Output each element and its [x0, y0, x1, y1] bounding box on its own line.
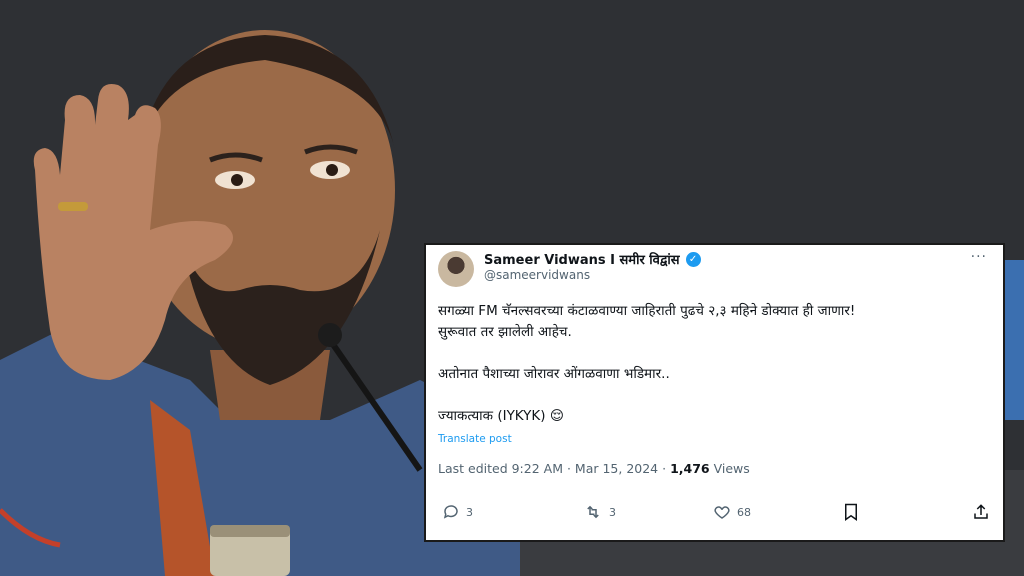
avatar[interactable]: [438, 251, 474, 287]
tweet-line: अतोनात पैशाच्या जोरावर ओंगळवाणा भडिमार..: [438, 366, 670, 382]
tweet-meta: Last edited 9:22 AM · Mar 15, 2024 · 1,4…: [438, 461, 750, 476]
tweet-line: सगळ्या FM चॅनल्सवरच्या कंटाळवाण्या जाहिर…: [438, 303, 856, 319]
views-label: Views: [709, 461, 750, 476]
verified-badge-icon: ✓: [685, 251, 701, 267]
timestamp[interactable]: Last edited 9:22 AM · Mar 15, 2024 ·: [438, 461, 670, 476]
like-count: 68: [737, 505, 751, 519]
repost-count: 3: [609, 505, 616, 519]
share-icon: [974, 504, 988, 519]
like-button[interactable]: 68: [713, 503, 751, 521]
tweet-author-row: Sameer Vidwans I समीर विद्वांस ✓: [484, 250, 701, 268]
tweet-line: सुरूवात तर झालेली आहेच.: [438, 324, 572, 340]
repost-icon: [587, 505, 599, 519]
heart-icon: [714, 506, 730, 519]
reply-button[interactable]: 3: [442, 503, 473, 521]
reply-count: 3: [466, 505, 473, 519]
repost-button[interactable]: 3: [583, 503, 616, 521]
bookmark-icon: [845, 503, 857, 521]
author-display-name[interactable]: Sameer Vidwans I समीर विद्वांस: [484, 250, 680, 268]
tweet-actions: 3 3 68: [438, 503, 994, 527]
share-button[interactable]: [972, 503, 990, 521]
tweet-card: Sameer Vidwans I समीर विद्वांस ✓ @sameer…: [424, 243, 1005, 542]
tweet-line: ज्याकत्याक (IYKYK) 😌: [438, 408, 564, 424]
tweet-text: सगळ्या FM चॅनल्सवरच्या कंटाळवाण्या जाहिर…: [438, 301, 988, 427]
more-options-icon[interactable]: ···: [971, 249, 987, 265]
bookmark-button[interactable]: [843, 503, 859, 521]
views-count: 1,476: [670, 461, 710, 476]
author-handle[interactable]: @sameervidwans: [484, 268, 590, 282]
translate-post-link[interactable]: Translate post: [438, 433, 512, 445]
reply-icon: [443, 505, 458, 519]
